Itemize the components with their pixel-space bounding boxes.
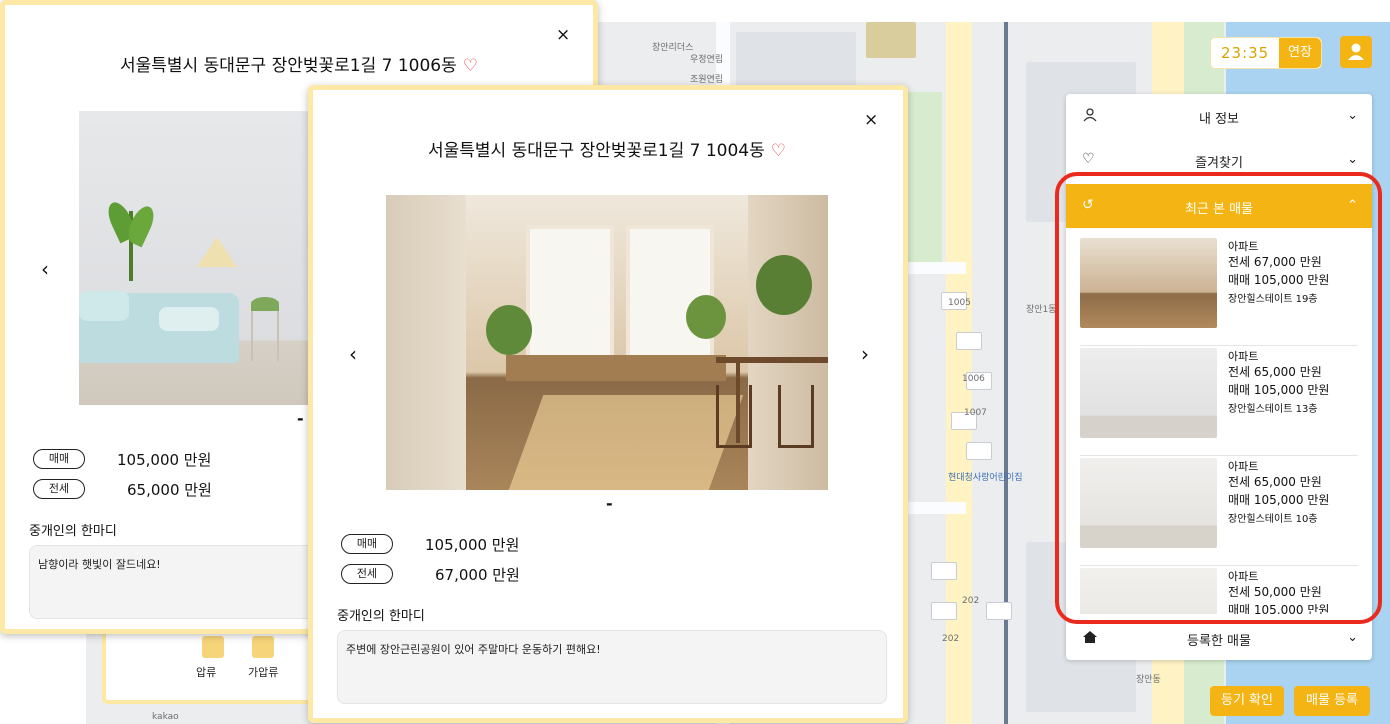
map-label: 장안리더스	[652, 43, 694, 53]
next-photo-button[interactable]: ›	[861, 342, 869, 366]
sale-tag: 매매	[341, 534, 393, 554]
apartment-building	[966, 442, 992, 460]
address-text: 서울특별시 동대문구 장안벚꽃로1길 7 1006동	[120, 56, 457, 76]
cushion-illustration	[79, 291, 129, 321]
plant-illustration	[103, 198, 159, 281]
address-text: 서울특별시 동대문구 장안벚꽃로1길 7 1004동	[428, 141, 765, 161]
favorites-label: 즐겨찾기	[1195, 156, 1243, 171]
timer-time: 23:35	[1221, 44, 1270, 62]
provisional-seizure-icon	[252, 636, 274, 658]
cushion-illustration	[159, 307, 219, 331]
green-strip	[906, 92, 942, 272]
my-info-accordion[interactable]: 내 정보 ⌄	[1066, 94, 1372, 138]
user-icon	[1348, 43, 1364, 60]
comment-heading: 중개인의 한마디	[29, 524, 117, 539]
map-attribution: kakao	[152, 712, 179, 722]
user-menu-button[interactable]	[1340, 36, 1372, 68]
sale-price: 105,000 만원	[425, 536, 520, 554]
map-label: 장안동	[1136, 675, 1161, 685]
jeonse-price: 67,000 만원	[435, 566, 520, 584]
jeonse-tag: 전세	[341, 564, 393, 584]
extend-session-button[interactable]: 연장	[1279, 38, 1321, 68]
jeonse-price: 65,000 만원	[127, 481, 212, 499]
register-property-button[interactable]: 매물 등록	[1294, 686, 1370, 716]
heart-icon[interactable]: ♡	[463, 56, 478, 76]
chair-illustration	[778, 385, 814, 448]
property-photo	[386, 195, 828, 490]
agent-comment: 남향이라 햇빛이 잘드네요!	[29, 545, 319, 619]
map-label: 202	[962, 596, 980, 606]
window-illustration	[526, 225, 614, 363]
map-label: 1006	[962, 374, 985, 384]
property-modal-front: × 서울특별시 동대문구 장안벚꽃로1길 7 1004동 ♡ ‹ › - 매매 1…	[308, 85, 908, 723]
map-field	[866, 22, 916, 58]
jeonse-tag: 전세	[33, 479, 85, 499]
comment-heading: 중개인의 한마디	[337, 609, 425, 624]
plant-illustration	[686, 295, 726, 339]
map-label: 현대청사랑어린이집	[948, 473, 1023, 483]
heart-icon[interactable]: ♡	[771, 141, 786, 161]
close-icon[interactable]: ×	[864, 110, 878, 130]
seizure-icon	[202, 636, 224, 658]
apartment-building	[931, 602, 957, 620]
close-icon[interactable]: ×	[556, 25, 570, 45]
sale-price: 105,000 만원	[117, 451, 212, 469]
small-plant-illustration	[251, 297, 279, 311]
wall-illustration	[386, 195, 466, 490]
plant-illustration	[486, 305, 532, 355]
map-label: 우정연립	[690, 55, 724, 65]
sale-tag: 매매	[33, 449, 85, 469]
my-info-label: 내 정보	[1198, 112, 1239, 127]
apartment-building	[956, 332, 982, 350]
prev-photo-button[interactable]: ‹	[41, 257, 49, 281]
chevron-down-icon: ⌄	[1347, 152, 1358, 167]
registry-check-button[interactable]: 등기 확인	[1210, 686, 1284, 716]
agent-comment: 주변에 장안근린공원이 있어 주말마다 운동하기 편해요!	[337, 630, 887, 704]
apartment-building	[931, 562, 957, 580]
window-illustration	[626, 225, 714, 363]
modal-title: 서울특별시 동대문구 장안벚꽃로1길 7 1004동 ♡	[428, 136, 786, 161]
cabinet-illustration	[506, 355, 726, 381]
modal-title: 서울특별시 동대문구 장안벚꽃로1길 7 1006동 ♡	[120, 51, 478, 76]
map-label: 조원연립	[690, 75, 724, 85]
photo-pager: -	[606, 494, 613, 513]
legend-label-seizure: 압류	[196, 666, 217, 679]
photo-pager: -	[297, 409, 304, 428]
chevron-down-icon: ⌄	[1347, 630, 1358, 645]
map-label: 1007	[964, 408, 987, 418]
prev-photo-button[interactable]: ‹	[349, 342, 357, 366]
sunlight-illustration	[508, 395, 744, 490]
lamp-illustration	[197, 237, 237, 267]
table-illustration	[716, 357, 828, 363]
map-label: 장안1동	[1026, 305, 1057, 315]
legend-label-provisional-seizure: 가압류	[248, 666, 279, 679]
session-timer: 23:35 연장	[1210, 37, 1322, 69]
map-label: 1005	[948, 298, 971, 308]
hanging-plant-illustration	[756, 255, 812, 315]
chair-illustration	[716, 385, 752, 448]
registered-label: 등록한 매물	[1187, 634, 1251, 649]
chevron-down-icon: ⌄	[1347, 108, 1358, 123]
apartment-building	[986, 602, 1012, 620]
property-photo	[79, 111, 319, 405]
map-label: 202	[942, 634, 960, 644]
highlight-annotation	[1055, 172, 1382, 624]
